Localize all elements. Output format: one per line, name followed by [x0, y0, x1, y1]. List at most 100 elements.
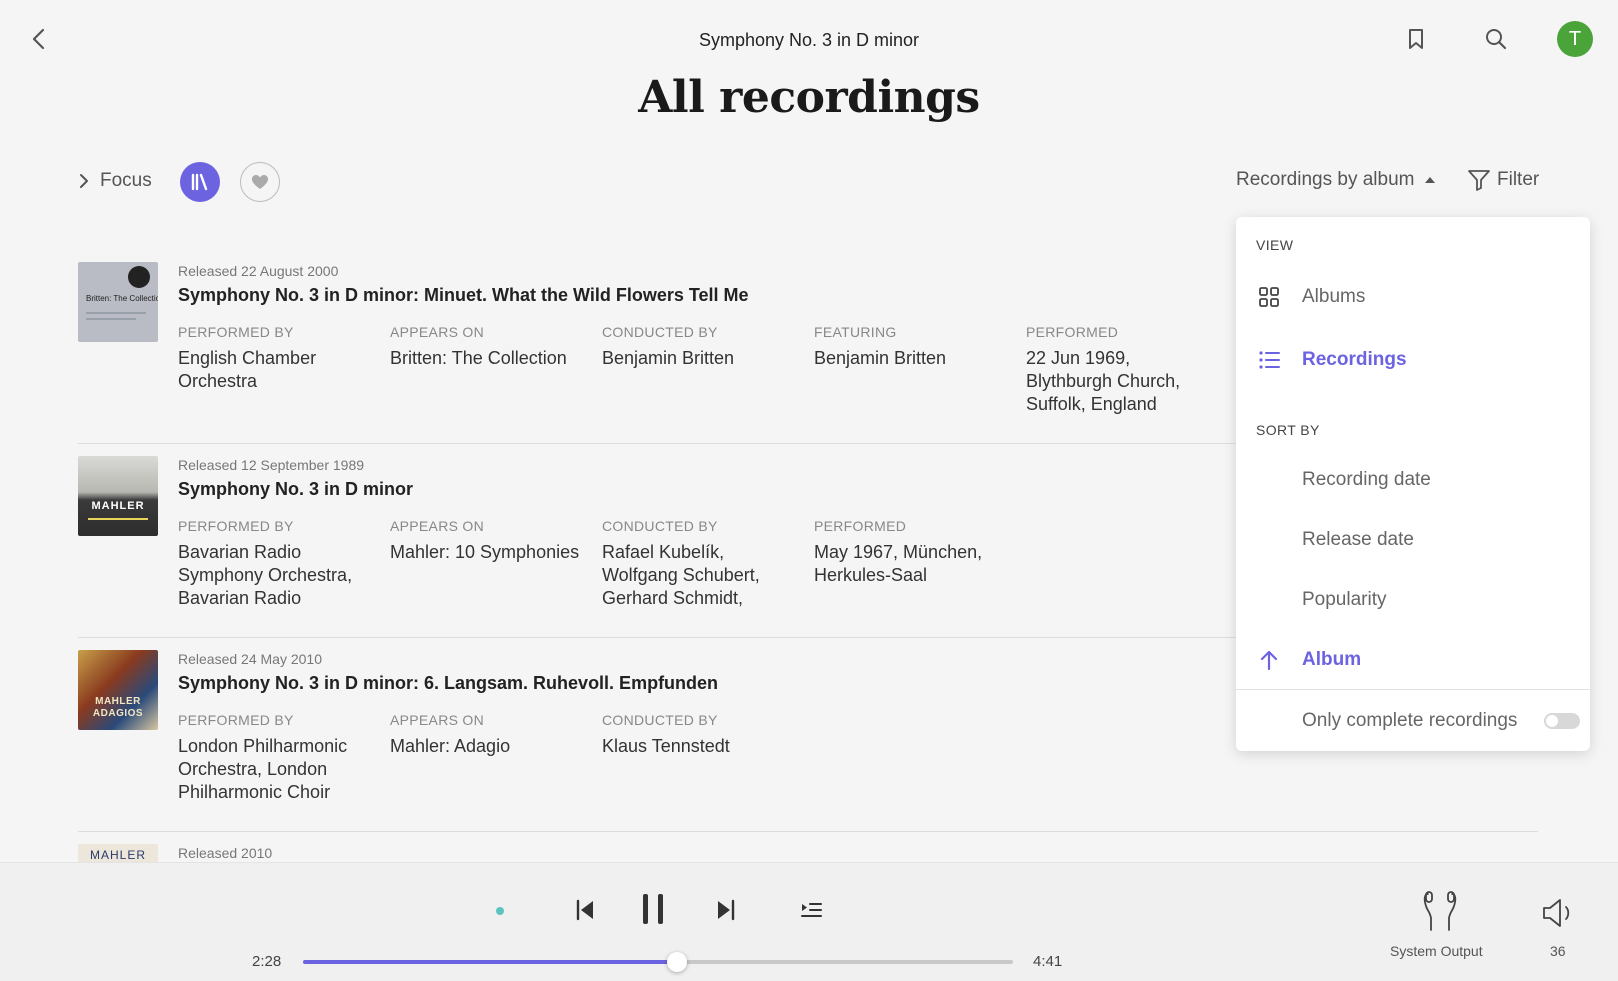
recording-title[interactable]: Symphony No. 3 in D minor [178, 479, 413, 500]
view-recordings-label: Recordings [1302, 349, 1407, 370]
conductor-link[interactable]: Klaus Tennstedt [602, 735, 792, 758]
top-bar: Symphony No. 3 in D minor T [0, 0, 1618, 80]
skip-previous-icon [576, 899, 593, 921]
pause-icon [643, 894, 663, 924]
arrow-up-icon [1260, 650, 1278, 671]
featuring-link[interactable]: Benjamin Britten [814, 347, 1004, 370]
list-icon [1259, 351, 1280, 369]
status-dot [494, 905, 506, 917]
queue-button[interactable] [796, 895, 826, 925]
filter-button[interactable]: Filter [1467, 168, 1539, 192]
performer-link[interactable]: English Chamber Orchestra [178, 347, 368, 393]
album-link[interactable]: Mahler: 10 Symphonies [390, 541, 580, 564]
album-cover[interactable]: MAHLER ADAGIOS [78, 650, 158, 730]
focus-label: Focus [100, 170, 152, 191]
output-device-label: System Output [1390, 943, 1483, 959]
performed-column: PERFORMED 22 Jun 1969, Blythburgh Church… [1026, 324, 1216, 416]
view-recordings-option[interactable]: Recordings [1236, 340, 1590, 380]
album-cover[interactable]: Britten: The Collection [78, 262, 158, 342]
performer-link[interactable]: London Philharmonic Orchestra, London Ph… [178, 735, 368, 804]
sort-release-date-label: Release date [1302, 529, 1414, 550]
performed-by-column: PERFORMED BY English Chamber Orchestra [178, 324, 368, 393]
appears-on-column: APPEARS ON Mahler: Adagio [390, 712, 580, 758]
dropdown-divider [1236, 689, 1590, 690]
sort-recording-date-label: Recording date [1302, 469, 1431, 490]
conductor-link[interactable]: Rafael Kubelík, Wolfgang Schubert, Gerha… [602, 541, 792, 610]
dot-icon [496, 907, 504, 915]
bookmark-button[interactable] [1403, 26, 1429, 52]
user-avatar[interactable]: T [1557, 21, 1593, 57]
appears-on-column: APPEARS ON Britten: The Collection [390, 324, 580, 370]
queue-icon [801, 903, 822, 917]
library-filter-button[interactable] [180, 162, 220, 202]
sort-recording-date-option[interactable]: Recording date [1236, 460, 1590, 500]
performed-value: 22 Jun 1969, Blythburgh Church, Suffolk,… [1026, 348, 1181, 414]
complete-recordings-toggle[interactable] [1544, 713, 1580, 729]
player-bar: 2:28 4:41 System Output 36 [0, 862, 1618, 981]
library-icon [191, 173, 208, 191]
total-time: 4:41 [1033, 953, 1063, 970]
skip-next-icon [718, 899, 735, 921]
performed-by-column: PERFORMED BY London Philharmonic Orchest… [178, 712, 368, 804]
bookmark-icon [1409, 29, 1423, 49]
caret-up-icon [1425, 177, 1436, 183]
grid-icon [1259, 287, 1279, 307]
cover-text: MAHLER [89, 848, 146, 862]
sort-heading: SORT BY [1256, 422, 1320, 438]
sort-popularity-label: Popularity [1302, 589, 1387, 610]
sort-popularity-option[interactable]: Popularity [1236, 580, 1590, 620]
elapsed-time: 2:28 [252, 953, 282, 970]
speaker-icon [1543, 899, 1570, 927]
conducted-by-column: CONDUCTED BY Benjamin Britten [602, 324, 792, 370]
earphones-icon [1423, 891, 1457, 931]
album-link[interactable]: Britten: The Collection [390, 347, 580, 370]
sort-album-label: Album [1302, 649, 1362, 670]
performed-by-column: PERFORMED BY Bavarian Radio Symphony Orc… [178, 518, 368, 610]
cover-emblem [128, 266, 150, 288]
filter-label: Filter [1497, 169, 1540, 190]
favorites-filter-button[interactable] [240, 162, 280, 202]
album-cover[interactable]: MAHLER [78, 456, 158, 536]
search-button[interactable] [1483, 26, 1509, 52]
page-title: All recordings [638, 72, 980, 123]
sort-release-date-option[interactable]: Release date [1236, 520, 1590, 560]
cover-text: Britten: The Collection [86, 294, 158, 303]
album-link[interactable]: Mahler: Adagio [390, 735, 580, 758]
focus-toggle[interactable]: Focus [78, 170, 152, 192]
pause-button[interactable] [638, 891, 668, 927]
conducted-by-column: CONDUCTED BY Klaus Tennstedt [602, 712, 792, 758]
view-albums-option[interactable]: Albums [1236, 277, 1590, 317]
release-date: Released 22 August 2000 [178, 263, 339, 279]
complete-recordings-label: Only complete recordings [1302, 710, 1518, 731]
sort-dropdown-label: Recordings by album [1236, 169, 1415, 190]
work-title: Symphony No. 3 in D minor [698, 30, 920, 50]
previous-button[interactable] [570, 895, 600, 925]
output-device-button[interactable] [1418, 889, 1462, 933]
filter-icon [1468, 170, 1490, 191]
progress-slider[interactable] [303, 952, 1013, 972]
performed-column: PERFORMED May 1967, München, Herkules-Sa… [814, 518, 1004, 587]
complete-recordings-row: Only complete recordings [1236, 701, 1590, 741]
appears-on-column: APPEARS ON Mahler: 10 Symphonies [390, 518, 580, 564]
release-date: Released 2010 [178, 845, 273, 861]
recording-title[interactable]: Symphony No. 3 in D minor: 6. Langsam. R… [178, 673, 718, 694]
performer-link[interactable]: Bavarian Radio Symphony Orchestra, Bavar… [178, 541, 368, 610]
cover-text: MAHLER [91, 500, 145, 512]
view-heading: VIEW [1256, 237, 1294, 253]
release-date: Released 24 May 2010 [178, 651, 322, 667]
release-date: Released 12 September 1989 [178, 457, 365, 473]
progress-fill [303, 960, 677, 964]
conducted-by-column: CONDUCTED BY Rafael Kubelík, Wolfgang Sc… [602, 518, 792, 610]
next-button[interactable] [711, 895, 741, 925]
heart-icon [252, 175, 268, 189]
sort-dropdown[interactable]: Recordings by album [1236, 169, 1436, 191]
volume-button[interactable] [1538, 893, 1578, 933]
progress-thumb[interactable] [666, 952, 687, 972]
featuring-column: FEATURING Benjamin Britten [814, 324, 1004, 370]
conductor-link[interactable]: Benjamin Britten [602, 347, 792, 370]
sort-album-option[interactable]: Album [1236, 640, 1590, 680]
view-sort-dropdown-panel: VIEW Albums Recordings SORT BY Recording… [1236, 217, 1590, 751]
performed-value: May 1967, München, Herkules-Saal [814, 542, 983, 585]
search-icon [1486, 29, 1507, 50]
recording-title[interactable]: Symphony No. 3 in D minor: Minuet. What … [178, 285, 749, 306]
